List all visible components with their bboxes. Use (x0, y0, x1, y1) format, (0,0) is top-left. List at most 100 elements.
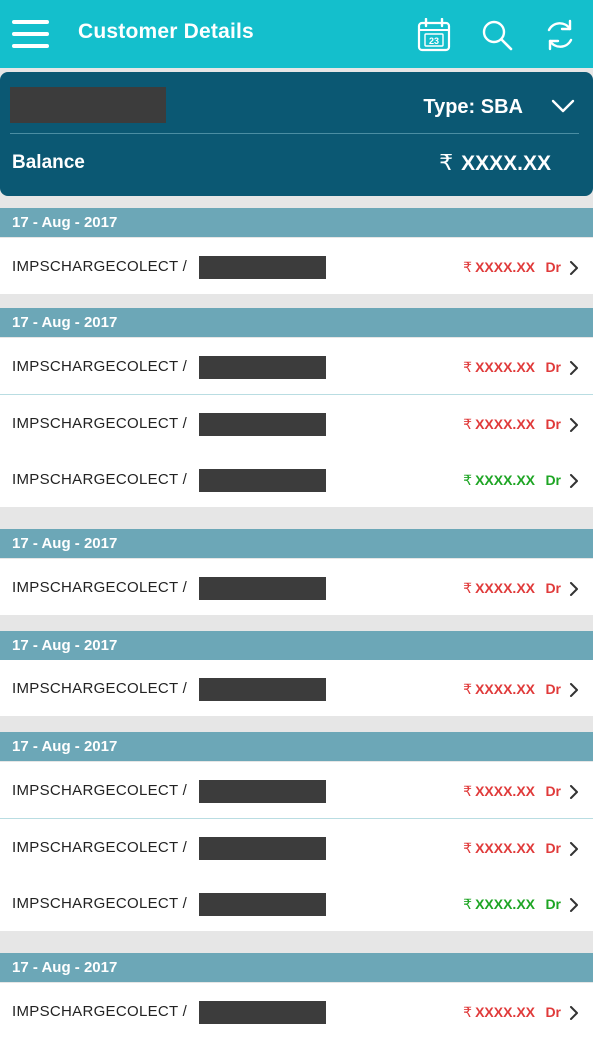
date-label: 17 - Aug - 2017 (12, 314, 118, 331)
transaction-reference-redacted (199, 413, 326, 436)
date-label: 17 - Aug - 2017 (12, 738, 118, 755)
rupee-icon: ₹ (463, 896, 473, 912)
amount-value: XXXX.XX (475, 783, 535, 799)
amount-value: XXXX.XX (475, 259, 535, 275)
transaction-row[interactable]: IMPSCHARGECOLECT / ₹ XXXX.XX Dr (0, 875, 593, 931)
chevron-right-icon[interactable] (569, 785, 579, 799)
chevron-right-icon[interactable] (569, 418, 579, 432)
transaction-amount: ₹ XXXX.XX (463, 359, 535, 376)
amount-value: XXXX.XX (475, 416, 535, 432)
balance-value: ₹ XXXX.XX (439, 150, 551, 176)
transaction-type: Dr (545, 416, 561, 432)
rupee-icon: ₹ (463, 472, 473, 488)
transaction-type: Dr (545, 259, 561, 275)
transaction-reference-redacted (199, 678, 326, 701)
date-label: 17 - Aug - 2017 (12, 959, 118, 976)
search-icon[interactable] (480, 18, 514, 52)
transaction-description: IMPSCHARGECOLECT / (12, 358, 188, 375)
transaction-reference-redacted (199, 780, 326, 803)
chevron-down-icon[interactable] (551, 98, 575, 114)
transaction-type: Dr (545, 783, 561, 799)
transaction-reference-redacted (199, 356, 326, 379)
amount-value: XXXX.XX (475, 472, 535, 488)
amount-value: XXXX.XX (475, 896, 535, 912)
transaction-reference-redacted (199, 837, 326, 860)
transaction-reference-redacted (199, 577, 326, 600)
amount-value: XXXX.XX (475, 580, 535, 596)
rupee-icon: ₹ (463, 580, 473, 596)
date-header: 17 - Aug - 2017 (0, 208, 593, 237)
date-header: 17 - Aug - 2017 (0, 732, 593, 761)
rupee-icon: ₹ (463, 681, 473, 697)
transaction-description: IMPSCHARGECOLECT / (12, 471, 188, 488)
transaction-type: Dr (545, 472, 561, 488)
chevron-right-icon[interactable] (569, 898, 579, 912)
transaction-row[interactable]: IMPSCHARGECOLECT / ₹ XXXX.XX Dr (0, 395, 593, 452)
transaction-amount: ₹ XXXX.XX (463, 259, 535, 276)
amount-value: XXXX.XX (475, 359, 535, 375)
app-bar: Customer Details 23 (0, 0, 593, 68)
chevron-right-icon[interactable] (569, 842, 579, 856)
transaction-row[interactable]: IMPSCHARGECOLECT / ₹ XXXX.XX Dr (0, 983, 593, 1039)
balance-amount: XXXX.XX (461, 152, 551, 175)
chevron-right-icon[interactable] (569, 582, 579, 596)
date-label: 17 - Aug - 2017 (12, 214, 118, 231)
amount-value: XXXX.XX (475, 1004, 535, 1020)
transaction-amount: ₹ XXXX.XX (463, 896, 535, 913)
account-number-redacted (10, 87, 166, 123)
transaction-row[interactable]: IMPSCHARGECOLECT / ₹ XXXX.XX Dr (0, 238, 593, 294)
rupee-icon: ₹ (439, 150, 454, 175)
transaction-reference-redacted (199, 469, 326, 492)
transaction-type: Dr (545, 359, 561, 375)
rupee-icon: ₹ (463, 783, 473, 799)
transaction-description: IMPSCHARGECOLECT / (12, 415, 188, 432)
transaction-reference-redacted (199, 893, 326, 916)
chevron-right-icon[interactable] (569, 683, 579, 697)
chevron-right-icon[interactable] (569, 261, 579, 275)
amount-value: XXXX.XX (475, 840, 535, 856)
chevron-right-icon[interactable] (569, 361, 579, 375)
chevron-right-icon[interactable] (569, 1006, 579, 1020)
date-header: 17 - Aug - 2017 (0, 529, 593, 558)
transaction-type: Dr (545, 580, 561, 596)
date-header: 17 - Aug - 2017 (0, 953, 593, 982)
transaction-row[interactable]: IMPSCHARGECOLECT / ₹ XXXX.XX Dr (0, 819, 593, 876)
transaction-amount: ₹ XXXX.XX (463, 580, 535, 597)
transaction-row[interactable]: IMPSCHARGECOLECT / ₹ XXXX.XX Dr (0, 451, 593, 507)
rupee-icon: ₹ (463, 416, 473, 432)
rupee-icon: ₹ (463, 359, 473, 375)
account-type-label[interactable]: Type: SBA (423, 96, 523, 119)
calendar-day: 23 (429, 36, 439, 46)
date-header: 17 - Aug - 2017 (0, 308, 593, 337)
transaction-description: IMPSCHARGECOLECT / (12, 680, 188, 697)
transaction-description: IMPSCHARGECOLECT / (12, 1003, 188, 1020)
balance-label: Balance (12, 152, 85, 173)
transaction-description: IMPSCHARGECOLECT / (12, 839, 188, 856)
transaction-amount: ₹ XXXX.XX (463, 1004, 535, 1021)
divider (10, 133, 579, 134)
page-title: Customer Details (78, 20, 254, 43)
transaction-row[interactable]: IMPSCHARGECOLECT / ₹ XXXX.XX Dr (0, 559, 593, 615)
transaction-amount: ₹ XXXX.XX (463, 840, 535, 857)
transaction-amount: ₹ XXXX.XX (463, 783, 535, 800)
rupee-icon: ₹ (463, 259, 473, 275)
transaction-row[interactable]: IMPSCHARGECOLECT / ₹ XXXX.XX Dr (0, 762, 593, 819)
date-label: 17 - Aug - 2017 (12, 637, 118, 654)
transaction-amount: ₹ XXXX.XX (463, 681, 535, 698)
transaction-row[interactable]: IMPSCHARGECOLECT / ₹ XXXX.XX Dr (0, 660, 593, 716)
transaction-reference-redacted (199, 256, 326, 279)
amount-value: XXXX.XX (475, 681, 535, 697)
transaction-description: IMPSCHARGECOLECT / (12, 782, 188, 799)
date-label: 17 - Aug - 2017 (12, 535, 118, 552)
refresh-icon[interactable] (543, 18, 577, 52)
transaction-type: Dr (545, 681, 561, 697)
transaction-row[interactable]: IMPSCHARGECOLECT / ₹ XXXX.XX Dr (0, 338, 593, 395)
transaction-amount: ₹ XXXX.XX (463, 416, 535, 433)
rupee-icon: ₹ (463, 1004, 473, 1020)
calendar-icon[interactable]: 23 (417, 18, 451, 52)
transaction-description: IMPSCHARGECOLECT / (12, 579, 188, 596)
hamburger-menu-icon[interactable] (12, 20, 49, 48)
chevron-right-icon[interactable] (569, 474, 579, 488)
transaction-type: Dr (545, 840, 561, 856)
transaction-amount: ₹ XXXX.XX (463, 472, 535, 489)
